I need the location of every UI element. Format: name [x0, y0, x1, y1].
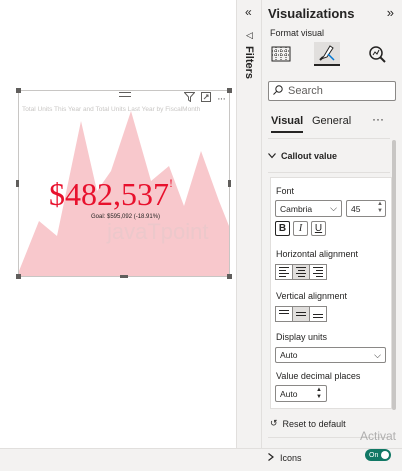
callout-section-label: Callout value [281, 151, 338, 161]
display-units-label: Display units [276, 332, 328, 342]
tab-visual[interactable]: Visual [271, 115, 304, 133]
resize-handle-right[interactable] [228, 180, 231, 187]
decimal-places-stepper[interactable]: Auto ▲ ▼ [275, 385, 327, 402]
icons-toggle[interactable]: On [365, 449, 391, 461]
callout-settings-card: Font Cambria ⌵ 45 ▲ ▼ B I U Horizontal al… [270, 177, 392, 409]
reset-to-default-button[interactable]: ↺ Reset to default [270, 418, 346, 429]
resize-handle-bottom-left[interactable] [16, 274, 21, 279]
bottom-strip: Icons [0, 448, 402, 471]
display-units-value: Auto [280, 350, 298, 360]
search-icon [273, 84, 283, 98]
chevron-right-icon [268, 453, 274, 463]
reset-label: Reset to default [282, 418, 346, 429]
icons-section-header[interactable]: Icons [268, 453, 302, 463]
align-middle-button[interactable] [292, 306, 310, 322]
pane-title: Visualizations [268, 6, 355, 21]
align-left-button[interactable] [275, 264, 293, 280]
display-units-dropdown[interactable]: Auto ⌵ [275, 347, 386, 363]
font-size-value: 45 [351, 203, 361, 214]
decimal-places-label: Value decimal places [276, 371, 361, 381]
font-family-value: Cambria [280, 203, 313, 214]
filter-icon[interactable] [183, 92, 196, 105]
more-options-icon[interactable]: ··· [372, 112, 384, 126]
italic-button[interactable]: I [293, 221, 308, 236]
filters-label[interactable]: Filters [243, 46, 255, 79]
align-top-button[interactable] [275, 306, 293, 322]
chevron-down-icon [268, 151, 276, 161]
divider [268, 138, 390, 139]
resize-handle-top-left[interactable] [16, 88, 21, 93]
resize-handle-bottom-right[interactable] [227, 274, 232, 279]
analytics-magnifier-icon[interactable] [364, 42, 390, 66]
align-bottom-button[interactable] [309, 306, 327, 322]
spin-arrows-icon[interactable]: ▲ ▼ [316, 387, 322, 401]
build-visual-icon[interactable] [268, 42, 294, 66]
pane-scrollbar[interactable] [392, 140, 396, 410]
align-right-button[interactable] [309, 264, 327, 280]
callout-value-section-header[interactable]: Callout value [268, 151, 337, 161]
resize-handle-bottom[interactable] [120, 275, 128, 278]
resize-handle-top-right[interactable] [227, 88, 232, 93]
search-placeholder: Search [288, 85, 323, 97]
vertical-alignment-group [275, 306, 327, 322]
format-paintbrush-icon[interactable] [314, 42, 340, 66]
vertical-alignment-label: Vertical alignment [276, 291, 348, 301]
horizontal-alignment-group [275, 264, 327, 280]
decimal-places-value: Auto [280, 388, 298, 399]
more-options-icon[interactable]: ··· [217, 93, 226, 105]
double-chevron-left-icon[interactable]: « [245, 5, 252, 19]
font-label: Font [276, 186, 295, 196]
activate-windows-watermark: Activat [360, 429, 397, 443]
reset-icon: ↺ [270, 418, 278, 428]
drag-grip-icon[interactable] [119, 92, 131, 97]
font-family-dropdown[interactable]: Cambria ⌵ [275, 200, 342, 217]
toggle-knob [381, 451, 389, 459]
chevron-down-icon: ⌵ [330, 203, 337, 213]
search-input[interactable]: Search [268, 81, 396, 101]
tab-general[interactable]: General [312, 115, 351, 127]
goal-label: Goal: $595,092 (-18.91%) [91, 214, 161, 220]
divider [268, 172, 390, 173]
underline-button[interactable]: U [311, 221, 326, 236]
resize-handle-left[interactable] [16, 180, 19, 187]
double-chevron-right-icon[interactable]: » [387, 5, 394, 20]
toggle-label: On [369, 451, 379, 459]
callout-value: $482,537! [49, 176, 173, 213]
focus-mode-icon[interactable] [201, 92, 211, 105]
bold-button[interactable]: B [275, 221, 290, 236]
font-size-stepper[interactable]: 45 ▲ ▼ [346, 200, 386, 217]
align-center-button[interactable] [292, 264, 310, 280]
visual-header-toolbar: ··· [183, 92, 226, 105]
report-canvas[interactable]: ··· Total Units This Year and Total Unit… [0, 0, 236, 448]
spin-arrows-icon[interactable]: ▲ ▼ [377, 201, 383, 215]
card-visual[interactable]: ··· Total Units This Year and Total Unit… [18, 90, 230, 277]
filter-funnel-icon: ◁ [246, 30, 253, 40]
horizontal-alignment-label: Horizontal alignment [276, 249, 359, 259]
watermark: javaTpoint [107, 219, 209, 244]
format-visual-label: Format visual [270, 28, 325, 38]
callout-number: $482,537 [49, 176, 169, 212]
chevron-down-icon: ⌵ [374, 350, 381, 360]
visualizations-pane: Visualizations » Format visual Search Vi… [262, 0, 402, 448]
icons-label: Icons [280, 453, 302, 463]
callout-suffix: ! [169, 176, 173, 190]
filters-pane-collapsed[interactable]: « ◁ Filters [236, 0, 262, 448]
